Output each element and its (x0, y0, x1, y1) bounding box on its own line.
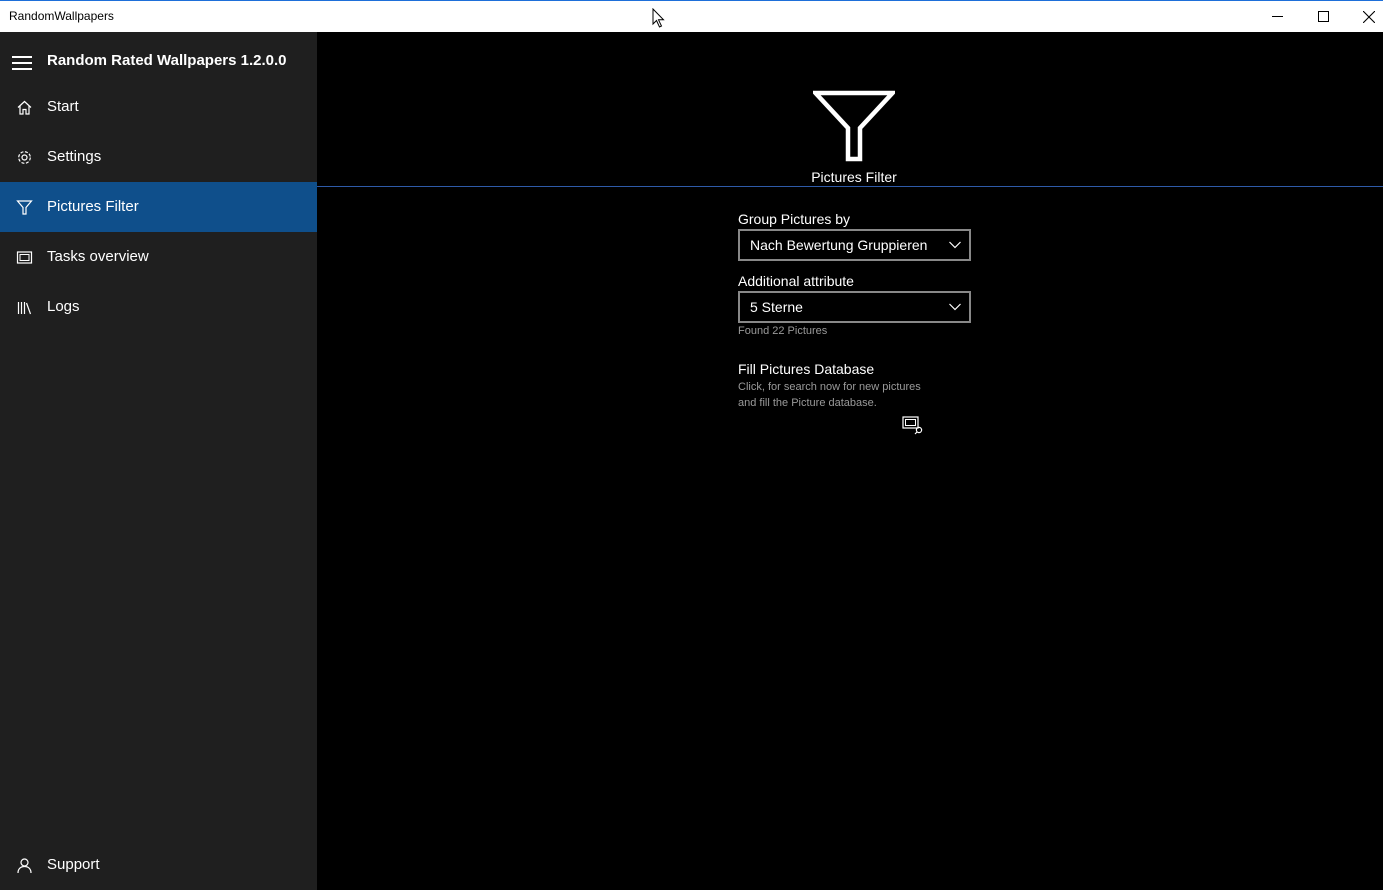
mouse-cursor-icon (652, 8, 665, 28)
nav-item-pictures-filter[interactable]: Pictures Filter (0, 182, 317, 232)
nav-item-start[interactable]: Start (0, 82, 317, 132)
nav-item-logs[interactable]: Logs (0, 282, 317, 332)
close-button[interactable] (1346, 1, 1383, 32)
close-icon (1363, 10, 1375, 23)
app-window: RandomWallpapers Random Rated Wallpapers… (0, 0, 1383, 890)
window-title: RandomWallpapers (9, 9, 114, 23)
maximize-icon (1317, 11, 1329, 22)
nav-item-tasks-overview[interactable]: Tasks overview (0, 232, 317, 282)
gear-icon (18, 151, 31, 164)
nav-item-label: Settings (47, 148, 102, 165)
header-divider (317, 186, 1383, 187)
tasks-icon (16, 251, 33, 264)
fill-database-button[interactable] (901, 414, 925, 438)
nav-item-label: Start (47, 98, 79, 115)
description-line: and fill the Picture database. (738, 397, 877, 409)
page-title: Pictures Filter (811, 169, 897, 185)
fill-database-title: Fill Pictures Database (738, 361, 875, 377)
chevron-down-icon (949, 241, 961, 249)
attribute-label: Additional attribute (738, 273, 854, 289)
filter-icon (16, 200, 33, 215)
attribute-dropdown[interactable]: 5 Sterne (738, 291, 971, 323)
minimize-icon (1271, 16, 1283, 17)
home-icon (17, 100, 32, 115)
app-title: Random Rated Wallpapers 1.2.0.0 (47, 52, 287, 69)
found-count-text: Found 22 Pictures (738, 325, 828, 337)
nav-item-label: Logs (47, 298, 80, 315)
nav-item-support[interactable]: Support (0, 840, 317, 890)
nav-item-label: Tasks overview (47, 248, 149, 265)
maximize-button[interactable] (1300, 1, 1346, 32)
main-content: Pictures Filter Group Pictures by Nach B… (317, 32, 1383, 890)
chevron-down-icon (949, 303, 961, 311)
filter-icon (813, 90, 895, 162)
group-by-label: Group Pictures by (738, 211, 851, 227)
group-by-value: Nach Bewertung Gruppieren (750, 237, 928, 253)
minimize-button[interactable] (1254, 1, 1300, 32)
description-line: Click, for search now for new pictures (738, 381, 921, 393)
group-by-dropdown[interactable]: Nach Bewertung Gruppieren (738, 229, 971, 261)
nav-item-settings[interactable]: Settings (0, 132, 317, 182)
navigation-pane: Random Rated Wallpapers 1.2.0.0 Start Se… (0, 32, 317, 890)
nav-item-label: Pictures Filter (47, 198, 139, 215)
attribute-value: 5 Sterne (750, 299, 803, 315)
title-bar[interactable]: RandomWallpapers (0, 0, 1383, 32)
nav-item-label: Support (47, 856, 100, 873)
fill-database-description: Click, for search now for new pictures a… (738, 379, 958, 411)
library-icon (17, 302, 32, 315)
person-icon (17, 858, 32, 874)
hamburger-menu-icon[interactable] (12, 56, 32, 70)
search-pictures-icon (902, 416, 923, 435)
